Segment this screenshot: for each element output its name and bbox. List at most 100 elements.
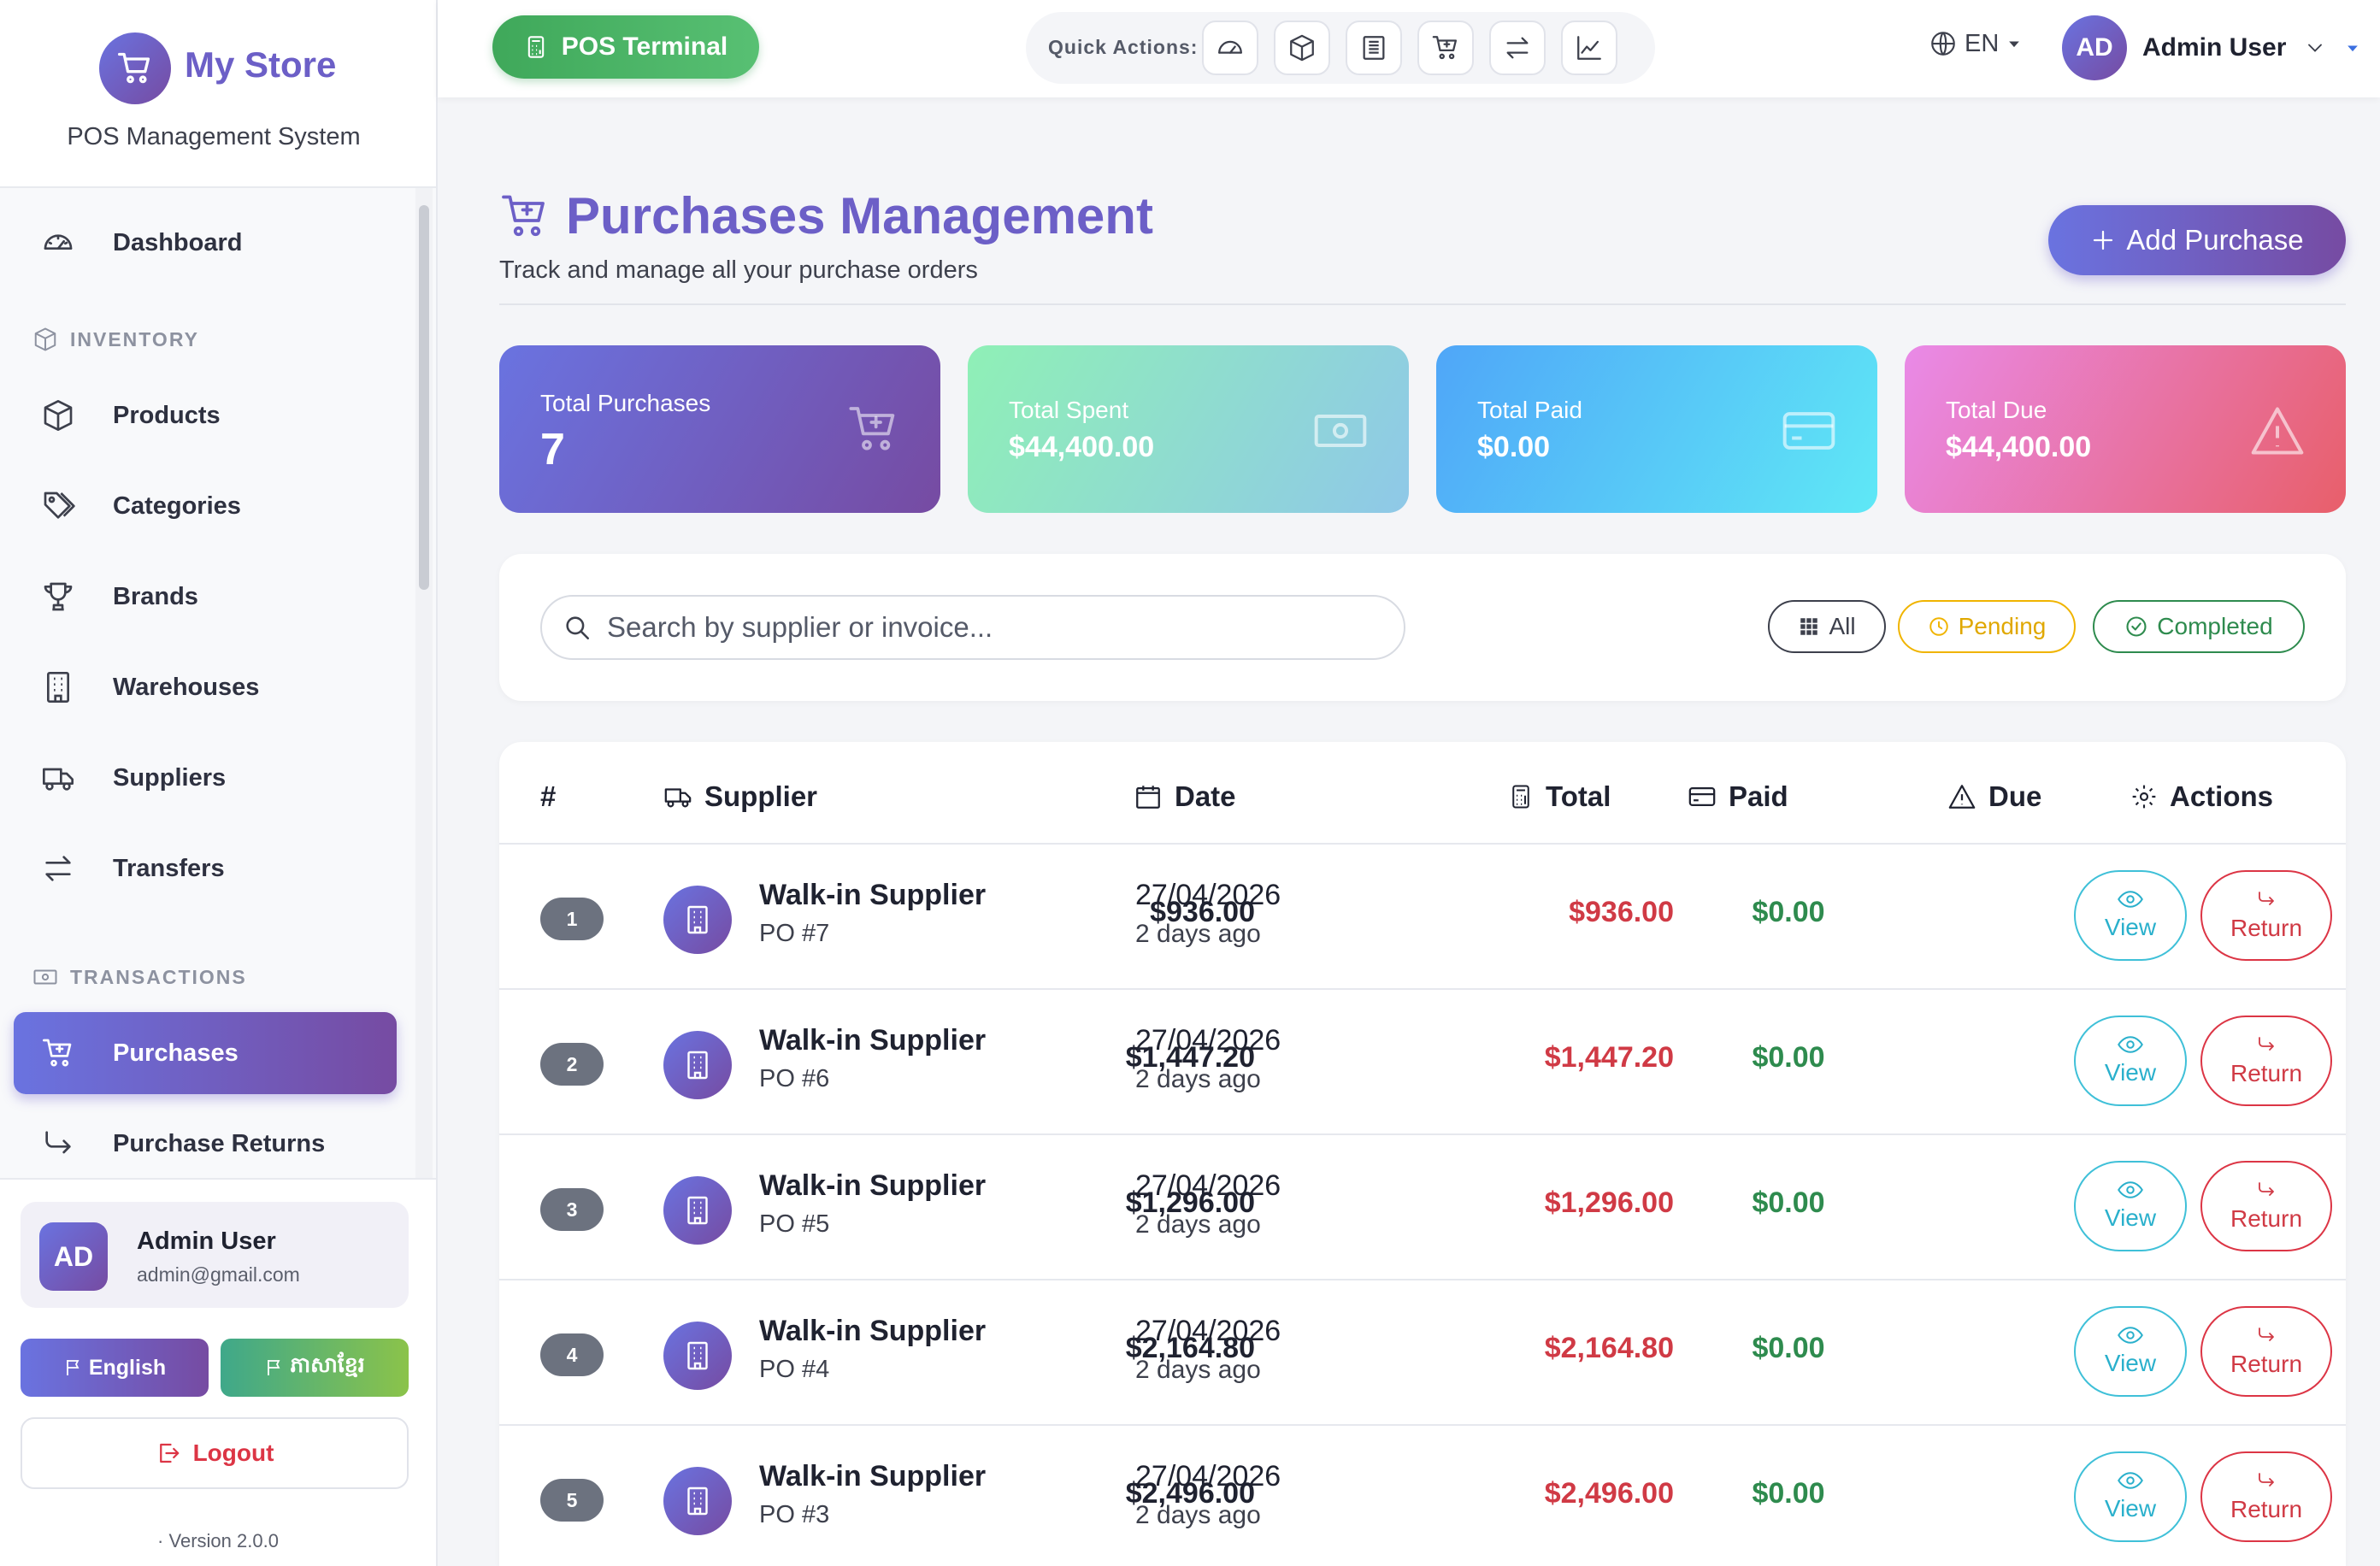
search-box[interactable] (540, 595, 1405, 660)
quick-reports-button[interactable] (1561, 21, 1617, 75)
sidebar-item-products[interactable]: Products (14, 374, 397, 456)
view-button[interactable]: View (2074, 1016, 2187, 1106)
column-header-total[interactable]: Total (1508, 771, 1611, 822)
sidebar-user-card[interactable]: AD Admin User admin@gmail.com (21, 1202, 409, 1308)
return-arrow-icon (2254, 1325, 2278, 1345)
sidebar-scrollbar[interactable] (419, 205, 429, 590)
filter-all-button[interactable]: All (1768, 600, 1886, 653)
paid-amount: $0.00 (1752, 1332, 1825, 1364)
column-header-due[interactable]: Due (1947, 771, 2041, 822)
warning-icon (1947, 782, 1976, 811)
calculator-icon (524, 35, 548, 59)
nav-section-transactions: TRANSACTIONS (32, 964, 247, 990)
eye-icon (2118, 890, 2143, 909)
return-button[interactable]: Return (2200, 1306, 2332, 1397)
column-header-paid[interactable]: Paid (1688, 771, 1788, 822)
quick-transfers-button[interactable] (1489, 21, 1546, 75)
filter-card: All Pending Completed (499, 554, 2346, 701)
quick-purchases-button[interactable] (1417, 21, 1474, 75)
row-number-badge: 1 (540, 898, 604, 940)
logout-button[interactable]: Logout (21, 1417, 409, 1489)
box-icon (34, 398, 82, 433)
table-row[interactable]: 3 Walk-in Supplier PO #5 27/04/2026 2 days a… (499, 1133, 2346, 1279)
building-icon (663, 1176, 732, 1245)
due-amount: $1,296.00 (1544, 1186, 1674, 1219)
sidebar-item-purchases[interactable]: Purchases (14, 1012, 397, 1094)
view-button[interactable]: View (2074, 1161, 2187, 1251)
purchases-table: # Supplier Date Total Paid Due Actions 1… (499, 742, 2346, 1566)
total-amount: $1,296.00 (1125, 1186, 1255, 1219)
check-circle-icon (2124, 615, 2148, 639)
credit-card-icon (1780, 402, 1838, 460)
total-amount: $2,164.80 (1125, 1332, 1255, 1364)
stat-label: Total Due (1946, 397, 2047, 423)
clock-icon (1928, 615, 1950, 638)
return-button[interactable]: Return (2200, 1161, 2332, 1251)
table-row[interactable]: 4 Walk-in Supplier PO #4 27/04/2026 2 days a… (499, 1279, 2346, 1424)
building-icon (663, 1467, 732, 1535)
column-header-number: # (540, 780, 557, 812)
language-selector[interactable]: EN (1929, 29, 2023, 58)
table-row[interactable]: 1 Walk-in Supplier PO #7 27/04/2026 2 days a… (499, 843, 2346, 988)
table-row[interactable]: 5 Walk-in Supplier PO #3 27/04/2026 2 days a… (499, 1424, 2346, 1566)
store-subtitle: POS Management System (67, 123, 361, 150)
sidebar-item-suppliers[interactable]: Suppliers (14, 737, 397, 819)
eye-icon (2118, 1180, 2143, 1199)
view-button[interactable]: View (2074, 1306, 2187, 1397)
purchase-order-number: PO #3 (759, 1501, 830, 1528)
pos-terminal-button[interactable]: POS Terminal (492, 15, 759, 79)
filter-pending-button[interactable]: Pending (1898, 600, 2076, 653)
quick-dashboard-button[interactable] (1202, 21, 1258, 75)
return-button[interactable]: Return (2200, 870, 2332, 961)
sidebar-item-purchase-returns[interactable]: Purchase Returns (14, 1103, 397, 1185)
column-header-supplier[interactable]: Supplier (663, 771, 817, 822)
topbar: POS Terminal Quick Actions: EN AD Admin … (438, 0, 2380, 97)
chart-icon (1575, 33, 1604, 62)
column-header-date[interactable]: Date (1134, 771, 1236, 822)
quick-actions-label: Quick Actions: (1048, 36, 1199, 58)
sidebar-item-transfers[interactable]: Transfers (14, 827, 397, 910)
return-button[interactable]: Return (2200, 1016, 2332, 1106)
sidebar-item-brands[interactable]: Brands (14, 556, 397, 638)
quick-products-button[interactable] (1274, 21, 1330, 75)
table-row[interactable]: 2 Walk-in Supplier PO #6 27/04/2026 2 days a… (499, 988, 2346, 1133)
purchase-order-number: PO #4 (759, 1356, 830, 1383)
khmer-language-button[interactable]: ភាសាខ្មែរ (221, 1339, 409, 1397)
stat-value: $0.00 (1477, 431, 1551, 463)
flag-icon (264, 1357, 285, 1378)
quick-sales-button[interactable] (1346, 21, 1402, 75)
due-amount: $2,496.00 (1544, 1477, 1674, 1510)
sidebar-item-label: Warehouses (113, 673, 260, 701)
due-amount: $936.00 (1569, 896, 1674, 928)
supplier-name: Walk-in Supplier (759, 1169, 987, 1202)
sidebar-item-warehouses[interactable]: Warehouses (14, 646, 397, 728)
supplier-name: Walk-in Supplier (759, 1315, 987, 1347)
sidebar-item-label: Transfers (113, 854, 225, 882)
sidebar-item-categories[interactable]: Categories (14, 465, 397, 547)
stat-card-total-due: Total Due $44,400.00 (1905, 345, 2346, 513)
user-name: Admin User (2142, 33, 2287, 62)
filter-completed-button[interactable]: Completed (2093, 600, 2305, 653)
sidebar-item-dashboard[interactable]: Dashboard (14, 202, 397, 284)
stat-label: Total Purchases (540, 390, 711, 416)
user-menu[interactable]: AD Admin User (2062, 15, 2361, 80)
paid-amount: $0.00 (1752, 1186, 1825, 1219)
store-name[interactable]: My Store (185, 44, 336, 85)
trophy-icon (34, 580, 82, 614)
sidebar-item-label: Dashboard (113, 228, 243, 256)
sidebar-footer: AD Admin User admin@gmail.com English ភា… (0, 1178, 436, 1566)
view-button[interactable]: View (2074, 1451, 2187, 1542)
column-header-actions: Actions (2130, 771, 2273, 822)
english-language-button[interactable]: English (21, 1339, 209, 1397)
view-button[interactable]: View (2074, 870, 2187, 961)
return-button[interactable]: Return (2200, 1451, 2332, 1542)
add-purchase-button[interactable]: Add Purchase (2048, 205, 2346, 275)
page-subtitle: Track and manage all your purchase order… (499, 256, 978, 284)
return-arrow-icon (2254, 889, 2278, 910)
row-number-badge: 3 (540, 1188, 604, 1231)
nav-section-inventory: INVENTORY (32, 327, 199, 352)
search-input[interactable] (607, 611, 1376, 644)
arrows-icon (1503, 33, 1532, 62)
store-logo-icon[interactable] (99, 32, 171, 104)
warning-icon (2248, 402, 2306, 460)
